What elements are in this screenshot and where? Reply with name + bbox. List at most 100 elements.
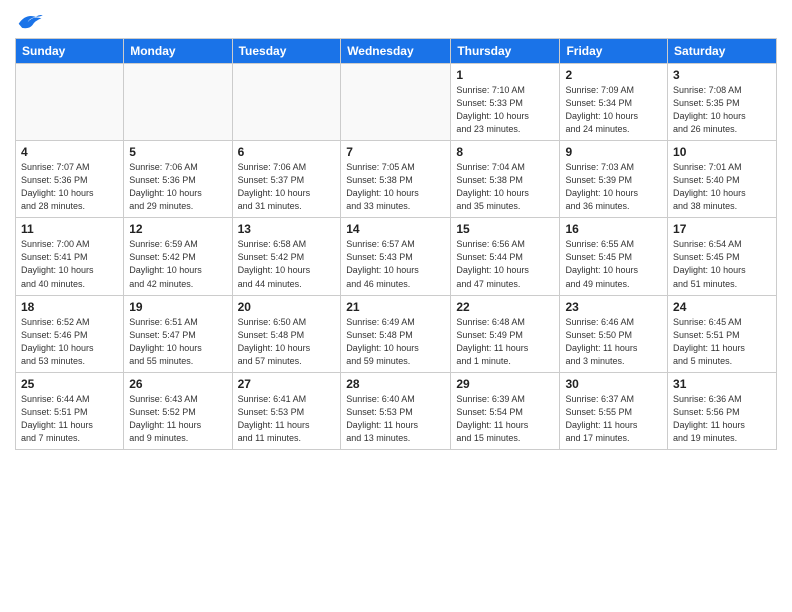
date-number: 1 (456, 68, 554, 82)
day-info-text: Sunrise: 6:59 AM Sunset: 5:42 PM Dayligh… (129, 238, 226, 290)
calendar-cell: 4 Sunrise: 7:07 AM Sunset: 5:36 PM Daylig… (16, 141, 124, 218)
day-info-text: Sunrise: 6:41 AM Sunset: 5:53 PM Dayligh… (238, 393, 336, 445)
day-info-text: Sunrise: 6:50 AM Sunset: 5:48 PM Dayligh… (238, 316, 336, 368)
calendar-cell: 24 Sunrise: 6:45 AM Sunset: 5:51 PM Dayli… (668, 295, 777, 372)
day-info-text: Sunrise: 7:00 AM Sunset: 5:41 PM Dayligh… (21, 238, 118, 290)
date-number: 17 (673, 222, 771, 236)
day-info-text: Sunrise: 7:08 AM Sunset: 5:35 PM Dayligh… (673, 84, 771, 136)
calendar-week-row: 1 Sunrise: 7:10 AM Sunset: 5:33 PM Daylig… (16, 64, 777, 141)
column-header-friday: Friday (560, 39, 668, 64)
calendar-cell: 23 Sunrise: 6:46 AM Sunset: 5:50 PM Dayli… (560, 295, 668, 372)
date-number: 26 (129, 377, 226, 391)
date-number: 7 (346, 145, 445, 159)
date-number: 21 (346, 300, 445, 314)
day-info-text: Sunrise: 6:54 AM Sunset: 5:45 PM Dayligh… (673, 238, 771, 290)
calendar-cell: 11 Sunrise: 7:00 AM Sunset: 5:41 PM Dayli… (16, 218, 124, 295)
date-number: 24 (673, 300, 771, 314)
calendar-cell: 21 Sunrise: 6:49 AM Sunset: 5:48 PM Dayli… (341, 295, 451, 372)
date-number: 8 (456, 145, 554, 159)
calendar-header-row: SundayMondayTuesdayWednesdayThursdayFrid… (16, 39, 777, 64)
column-header-tuesday: Tuesday (232, 39, 341, 64)
calendar-cell: 9Sunrise: 7:03 AM Sunset: 5:39 PM Daylig… (560, 141, 668, 218)
date-number: 16 (565, 222, 662, 236)
day-info-text: Sunrise: 7:06 AM Sunset: 5:37 PM Dayligh… (238, 161, 336, 213)
day-info-text: Sunrise: 7:06 AM Sunset: 5:36 PM Dayligh… (129, 161, 226, 213)
date-number: 28 (346, 377, 445, 391)
date-number: 23 (565, 300, 662, 314)
day-info-text: Sunrise: 7:04 AM Sunset: 5:38 PM Dayligh… (456, 161, 554, 213)
calendar-cell: 14 Sunrise: 6:57 AM Sunset: 5:43 PM Dayli… (341, 218, 451, 295)
column-header-wednesday: Wednesday (341, 39, 451, 64)
day-info-text: Sunrise: 7:05 AM Sunset: 5:38 PM Dayligh… (346, 161, 445, 213)
calendar-cell: 5 Sunrise: 7:06 AM Sunset: 5:36 PM Daylig… (124, 141, 232, 218)
date-number: 9 (565, 145, 662, 159)
page-header (15, 10, 777, 32)
day-info-text: Sunrise: 7:09 AM Sunset: 5:34 PM Dayligh… (565, 84, 662, 136)
date-number: 30 (565, 377, 662, 391)
day-info-text: Sunrise: 6:39 AM Sunset: 5:54 PM Dayligh… (456, 393, 554, 445)
calendar-table: SundayMondayTuesdayWednesdayThursdayFrid… (15, 38, 777, 450)
date-number: 14 (346, 222, 445, 236)
day-info-text: Sunrise: 6:56 AM Sunset: 5:44 PM Dayligh… (456, 238, 554, 290)
calendar-cell: 26 Sunrise: 6:43 AM Sunset: 5:52 PM Dayli… (124, 372, 232, 449)
date-number: 15 (456, 222, 554, 236)
date-number: 22 (456, 300, 554, 314)
calendar-cell: 28 Sunrise: 6:40 AM Sunset: 5:53 PM Dayli… (341, 372, 451, 449)
date-number: 10 (673, 145, 771, 159)
date-number: 3 (673, 68, 771, 82)
calendar-cell: 13 Sunrise: 6:58 AM Sunset: 5:42 PM Dayli… (232, 218, 341, 295)
calendar-cell: 12Sunrise: 6:59 AM Sunset: 5:42 PM Dayli… (124, 218, 232, 295)
column-header-saturday: Saturday (668, 39, 777, 64)
calendar-cell: 25 Sunrise: 6:44 AM Sunset: 5:51 PM Dayli… (16, 372, 124, 449)
calendar-cell (232, 64, 341, 141)
day-info-text: Sunrise: 6:45 AM Sunset: 5:51 PM Dayligh… (673, 316, 771, 368)
date-number: 4 (21, 145, 118, 159)
day-info-text: Sunrise: 6:57 AM Sunset: 5:43 PM Dayligh… (346, 238, 445, 290)
day-info-text: Sunrise: 6:58 AM Sunset: 5:42 PM Dayligh… (238, 238, 336, 290)
logo-bird-icon (15, 10, 43, 32)
column-header-sunday: Sunday (16, 39, 124, 64)
calendar-cell: 18 Sunrise: 6:52 AM Sunset: 5:46 PM Dayli… (16, 295, 124, 372)
calendar-cell (124, 64, 232, 141)
calendar-cell: 30 Sunrise: 6:37 AM Sunset: 5:55 PM Dayli… (560, 372, 668, 449)
day-info-text: Sunrise: 6:49 AM Sunset: 5:48 PM Dayligh… (346, 316, 445, 368)
logo (15, 10, 47, 32)
calendar-cell: 10Sunrise: 7:01 AM Sunset: 5:40 PM Dayli… (668, 141, 777, 218)
calendar-week-row: 4 Sunrise: 7:07 AM Sunset: 5:36 PM Daylig… (16, 141, 777, 218)
date-number: 13 (238, 222, 336, 236)
calendar-cell: 22Sunrise: 6:48 AM Sunset: 5:49 PM Dayli… (451, 295, 560, 372)
calendar-cell: 3 Sunrise: 7:08 AM Sunset: 5:35 PM Daylig… (668, 64, 777, 141)
calendar-cell (341, 64, 451, 141)
day-info-text: Sunrise: 6:52 AM Sunset: 5:46 PM Dayligh… (21, 316, 118, 368)
day-info-text: Sunrise: 6:37 AM Sunset: 5:55 PM Dayligh… (565, 393, 662, 445)
calendar-week-row: 18 Sunrise: 6:52 AM Sunset: 5:46 PM Dayli… (16, 295, 777, 372)
calendar-week-row: 25 Sunrise: 6:44 AM Sunset: 5:51 PM Dayli… (16, 372, 777, 449)
calendar-cell: 16Sunrise: 6:55 AM Sunset: 5:45 PM Dayli… (560, 218, 668, 295)
date-number: 19 (129, 300, 226, 314)
day-info-text: Sunrise: 7:10 AM Sunset: 5:33 PM Dayligh… (456, 84, 554, 136)
date-number: 18 (21, 300, 118, 314)
date-number: 25 (21, 377, 118, 391)
calendar-cell: 19Sunrise: 6:51 AM Sunset: 5:47 PM Dayli… (124, 295, 232, 372)
calendar-cell: 7 Sunrise: 7:05 AM Sunset: 5:38 PM Daylig… (341, 141, 451, 218)
date-number: 6 (238, 145, 336, 159)
day-info-text: Sunrise: 6:46 AM Sunset: 5:50 PM Dayligh… (565, 316, 662, 368)
date-number: 2 (565, 68, 662, 82)
day-info-text: Sunrise: 7:07 AM Sunset: 5:36 PM Dayligh… (21, 161, 118, 213)
date-number: 27 (238, 377, 336, 391)
date-number: 29 (456, 377, 554, 391)
date-number: 31 (673, 377, 771, 391)
calendar-cell: 29 Sunrise: 6:39 AM Sunset: 5:54 PM Dayli… (451, 372, 560, 449)
day-info-text: Sunrise: 6:44 AM Sunset: 5:51 PM Dayligh… (21, 393, 118, 445)
calendar-cell: 15 Sunrise: 6:56 AM Sunset: 5:44 PM Dayli… (451, 218, 560, 295)
date-number: 5 (129, 145, 226, 159)
day-info-text: Sunrise: 6:43 AM Sunset: 5:52 PM Dayligh… (129, 393, 226, 445)
calendar-cell: 27 Sunrise: 6:41 AM Sunset: 5:53 PM Dayli… (232, 372, 341, 449)
date-number: 11 (21, 222, 118, 236)
column-header-thursday: Thursday (451, 39, 560, 64)
calendar-week-row: 11 Sunrise: 7:00 AM Sunset: 5:41 PM Dayli… (16, 218, 777, 295)
calendar-cell (16, 64, 124, 141)
calendar-cell: 31Sunrise: 6:36 AM Sunset: 5:56 PM Dayli… (668, 372, 777, 449)
calendar-cell: 2 Sunrise: 7:09 AM Sunset: 5:34 PM Daylig… (560, 64, 668, 141)
day-info-text: Sunrise: 6:40 AM Sunset: 5:53 PM Dayligh… (346, 393, 445, 445)
